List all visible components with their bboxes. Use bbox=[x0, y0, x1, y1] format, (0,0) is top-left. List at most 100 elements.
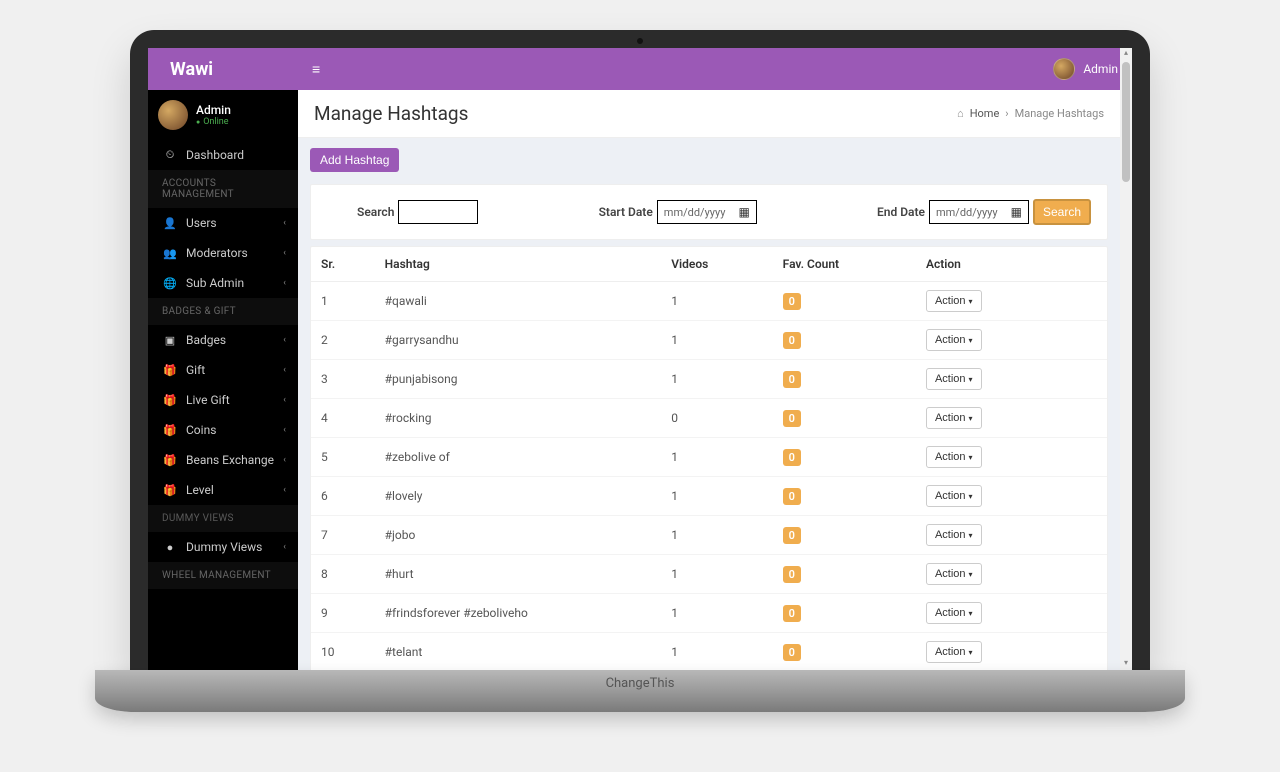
sidebar-item-moderators[interactable]: 👥Moderators‹ bbox=[148, 238, 298, 268]
menu-toggle-icon[interactable]: ≡ bbox=[298, 61, 334, 78]
sidebar-section-header: BADGES & GIFT bbox=[148, 298, 298, 325]
action-dropdown-button[interactable]: Action▾ bbox=[926, 290, 982, 312]
table-row: 1#qawali10Action▾ bbox=[311, 282, 1107, 321]
cell-videos: 1 bbox=[661, 360, 772, 399]
caret-down-icon: ▾ bbox=[969, 492, 973, 501]
sidebar-section-header: WHEEL MANAGEMENT bbox=[148, 562, 298, 589]
action-dropdown-button[interactable]: Action▾ bbox=[926, 563, 982, 585]
fav-count-badge: 0 bbox=[783, 332, 801, 349]
sidebar-item-users[interactable]: 👤Users‹ bbox=[148, 208, 298, 238]
camera-dot bbox=[637, 38, 643, 44]
hashtags-table-panel: Sr.HashtagVideosFav. CountAction 1#qawal… bbox=[310, 246, 1108, 670]
sidebar-item-sub-admin[interactable]: 🌐Sub Admin‹ bbox=[148, 268, 298, 298]
action-label: Action bbox=[935, 412, 966, 424]
sub-admin-icon: 🌐 bbox=[162, 277, 178, 290]
breadcrumb-home[interactable]: Home bbox=[970, 107, 1000, 120]
cell-videos: 1 bbox=[661, 516, 772, 555]
cell-videos: 1 bbox=[661, 282, 772, 321]
page-header: Manage Hashtags ⌂ Home › Manage Hashtags bbox=[298, 90, 1120, 138]
sidebar-item-label: Dummy Views bbox=[186, 540, 283, 554]
cell-sr: 8 bbox=[311, 555, 375, 594]
sidebar-item-label: Live Gift bbox=[186, 393, 283, 407]
chevron-left-icon: ‹ bbox=[283, 395, 286, 405]
cell-hashtag: #telant bbox=[375, 633, 662, 671]
sidebar-item-level[interactable]: 🎁Level‹ bbox=[148, 475, 298, 505]
scroll-down-icon[interactable]: ▾ bbox=[1120, 658, 1132, 670]
sidebar-item-label: Beans Exchange bbox=[186, 453, 283, 467]
sidebar-item-beans-exchange[interactable]: 🎁Beans Exchange‹ bbox=[148, 445, 298, 475]
scrollbar[interactable]: ▴ ▾ bbox=[1120, 48, 1132, 670]
cell-action: Action▾ bbox=[916, 360, 1107, 399]
sidebar-item-coins[interactable]: 🎁Coins‹ bbox=[148, 415, 298, 445]
sidebar-item-label: Gift bbox=[186, 363, 283, 377]
cell-hashtag: #qawali bbox=[375, 282, 662, 321]
fav-count-badge: 0 bbox=[783, 371, 801, 388]
cell-sr: 3 bbox=[311, 360, 375, 399]
scroll-up-icon[interactable]: ▴ bbox=[1120, 48, 1132, 60]
caret-down-icon: ▾ bbox=[969, 453, 973, 462]
sidebar-item-label: Badges bbox=[186, 333, 283, 347]
cell-action: Action▾ bbox=[916, 633, 1107, 671]
action-dropdown-button[interactable]: Action▾ bbox=[926, 407, 982, 429]
avatar bbox=[158, 100, 188, 130]
sidebar-item-live-gift[interactable]: 🎁Live Gift‹ bbox=[148, 385, 298, 415]
cell-fav: 0 bbox=[773, 282, 916, 321]
action-dropdown-button[interactable]: Action▾ bbox=[926, 485, 982, 507]
sidebar-section-header: ACCOUNTS MANAGEMENT bbox=[148, 170, 298, 208]
sidebar-item-label: Users bbox=[186, 216, 283, 230]
cell-fav: 0 bbox=[773, 594, 916, 633]
cell-sr: 4 bbox=[311, 399, 375, 438]
table-row: 10#telant10Action▾ bbox=[311, 633, 1107, 671]
search-button[interactable]: Search bbox=[1033, 199, 1091, 225]
action-label: Action bbox=[935, 646, 966, 658]
cell-sr: 10 bbox=[311, 633, 375, 671]
action-label: Action bbox=[935, 490, 966, 502]
caret-down-icon: ▾ bbox=[969, 336, 973, 345]
scrollbar-thumb[interactable] bbox=[1122, 62, 1130, 182]
level-icon: 🎁 bbox=[162, 484, 178, 497]
topbar-user[interactable]: Admin bbox=[1053, 58, 1118, 80]
filter-panel: Search Start Date mm/dd/yyyy ▦ bbox=[310, 184, 1108, 240]
sidebar-item-badges[interactable]: ▣Badges‹ bbox=[148, 325, 298, 355]
cell-action: Action▾ bbox=[916, 321, 1107, 360]
sidebar-item-gift[interactable]: 🎁Gift‹ bbox=[148, 355, 298, 385]
cell-videos: 1 bbox=[661, 438, 772, 477]
logo-box: Wawi bbox=[148, 59, 298, 80]
laptop-base: ChangeThis bbox=[95, 670, 1185, 712]
cell-fav: 0 bbox=[773, 360, 916, 399]
date-placeholder: mm/dd/yyyy bbox=[664, 206, 726, 219]
action-dropdown-button[interactable]: Action▾ bbox=[926, 602, 982, 624]
cell-fav: 0 bbox=[773, 321, 916, 360]
screen: Wawi ≡ Admin Admin Online ⏲DashboardACCO… bbox=[148, 48, 1132, 670]
action-dropdown-button[interactable]: Action▾ bbox=[926, 446, 982, 468]
sidebar-item-dashboard[interactable]: ⏲Dashboard bbox=[148, 140, 298, 170]
fav-count-badge: 0 bbox=[783, 605, 801, 622]
end-date-input[interactable]: mm/dd/yyyy ▦ bbox=[929, 200, 1029, 224]
start-date-input[interactable]: mm/dd/yyyy ▦ bbox=[657, 200, 757, 224]
sidebar-item-dummy-views[interactable]: ●Dummy Views‹ bbox=[148, 532, 298, 562]
action-label: Action bbox=[935, 607, 966, 619]
action-dropdown-button[interactable]: Action▾ bbox=[926, 524, 982, 546]
device-label: ChangeThis bbox=[95, 670, 1185, 691]
page-title: Manage Hashtags bbox=[314, 102, 957, 125]
caret-down-icon: ▾ bbox=[969, 531, 973, 540]
add-hashtag-button[interactable]: Add Hashtag bbox=[310, 148, 399, 172]
cell-sr: 9 bbox=[311, 594, 375, 633]
action-dropdown-button[interactable]: Action▾ bbox=[926, 641, 982, 663]
cell-fav: 0 bbox=[773, 399, 916, 438]
action-dropdown-button[interactable]: Action▾ bbox=[926, 329, 982, 351]
cell-videos: 1 bbox=[661, 321, 772, 360]
caret-down-icon: ▾ bbox=[969, 609, 973, 618]
start-date-label: Start Date bbox=[599, 205, 653, 219]
search-input[interactable] bbox=[398, 200, 478, 224]
action-dropdown-button[interactable]: Action▾ bbox=[926, 368, 982, 390]
table-row: 4#rocking00Action▾ bbox=[311, 399, 1107, 438]
fav-count-badge: 0 bbox=[783, 527, 801, 544]
coins-icon: 🎁 bbox=[162, 424, 178, 437]
action-label: Action bbox=[935, 451, 966, 463]
table-row: 9#frindsforever #zeboliveho10Action▾ bbox=[311, 594, 1107, 633]
chevron-left-icon: ‹ bbox=[283, 248, 286, 258]
search-label: Search bbox=[357, 205, 394, 219]
topbar: Wawi ≡ Admin bbox=[148, 48, 1132, 90]
users-icon: 👤 bbox=[162, 217, 178, 230]
